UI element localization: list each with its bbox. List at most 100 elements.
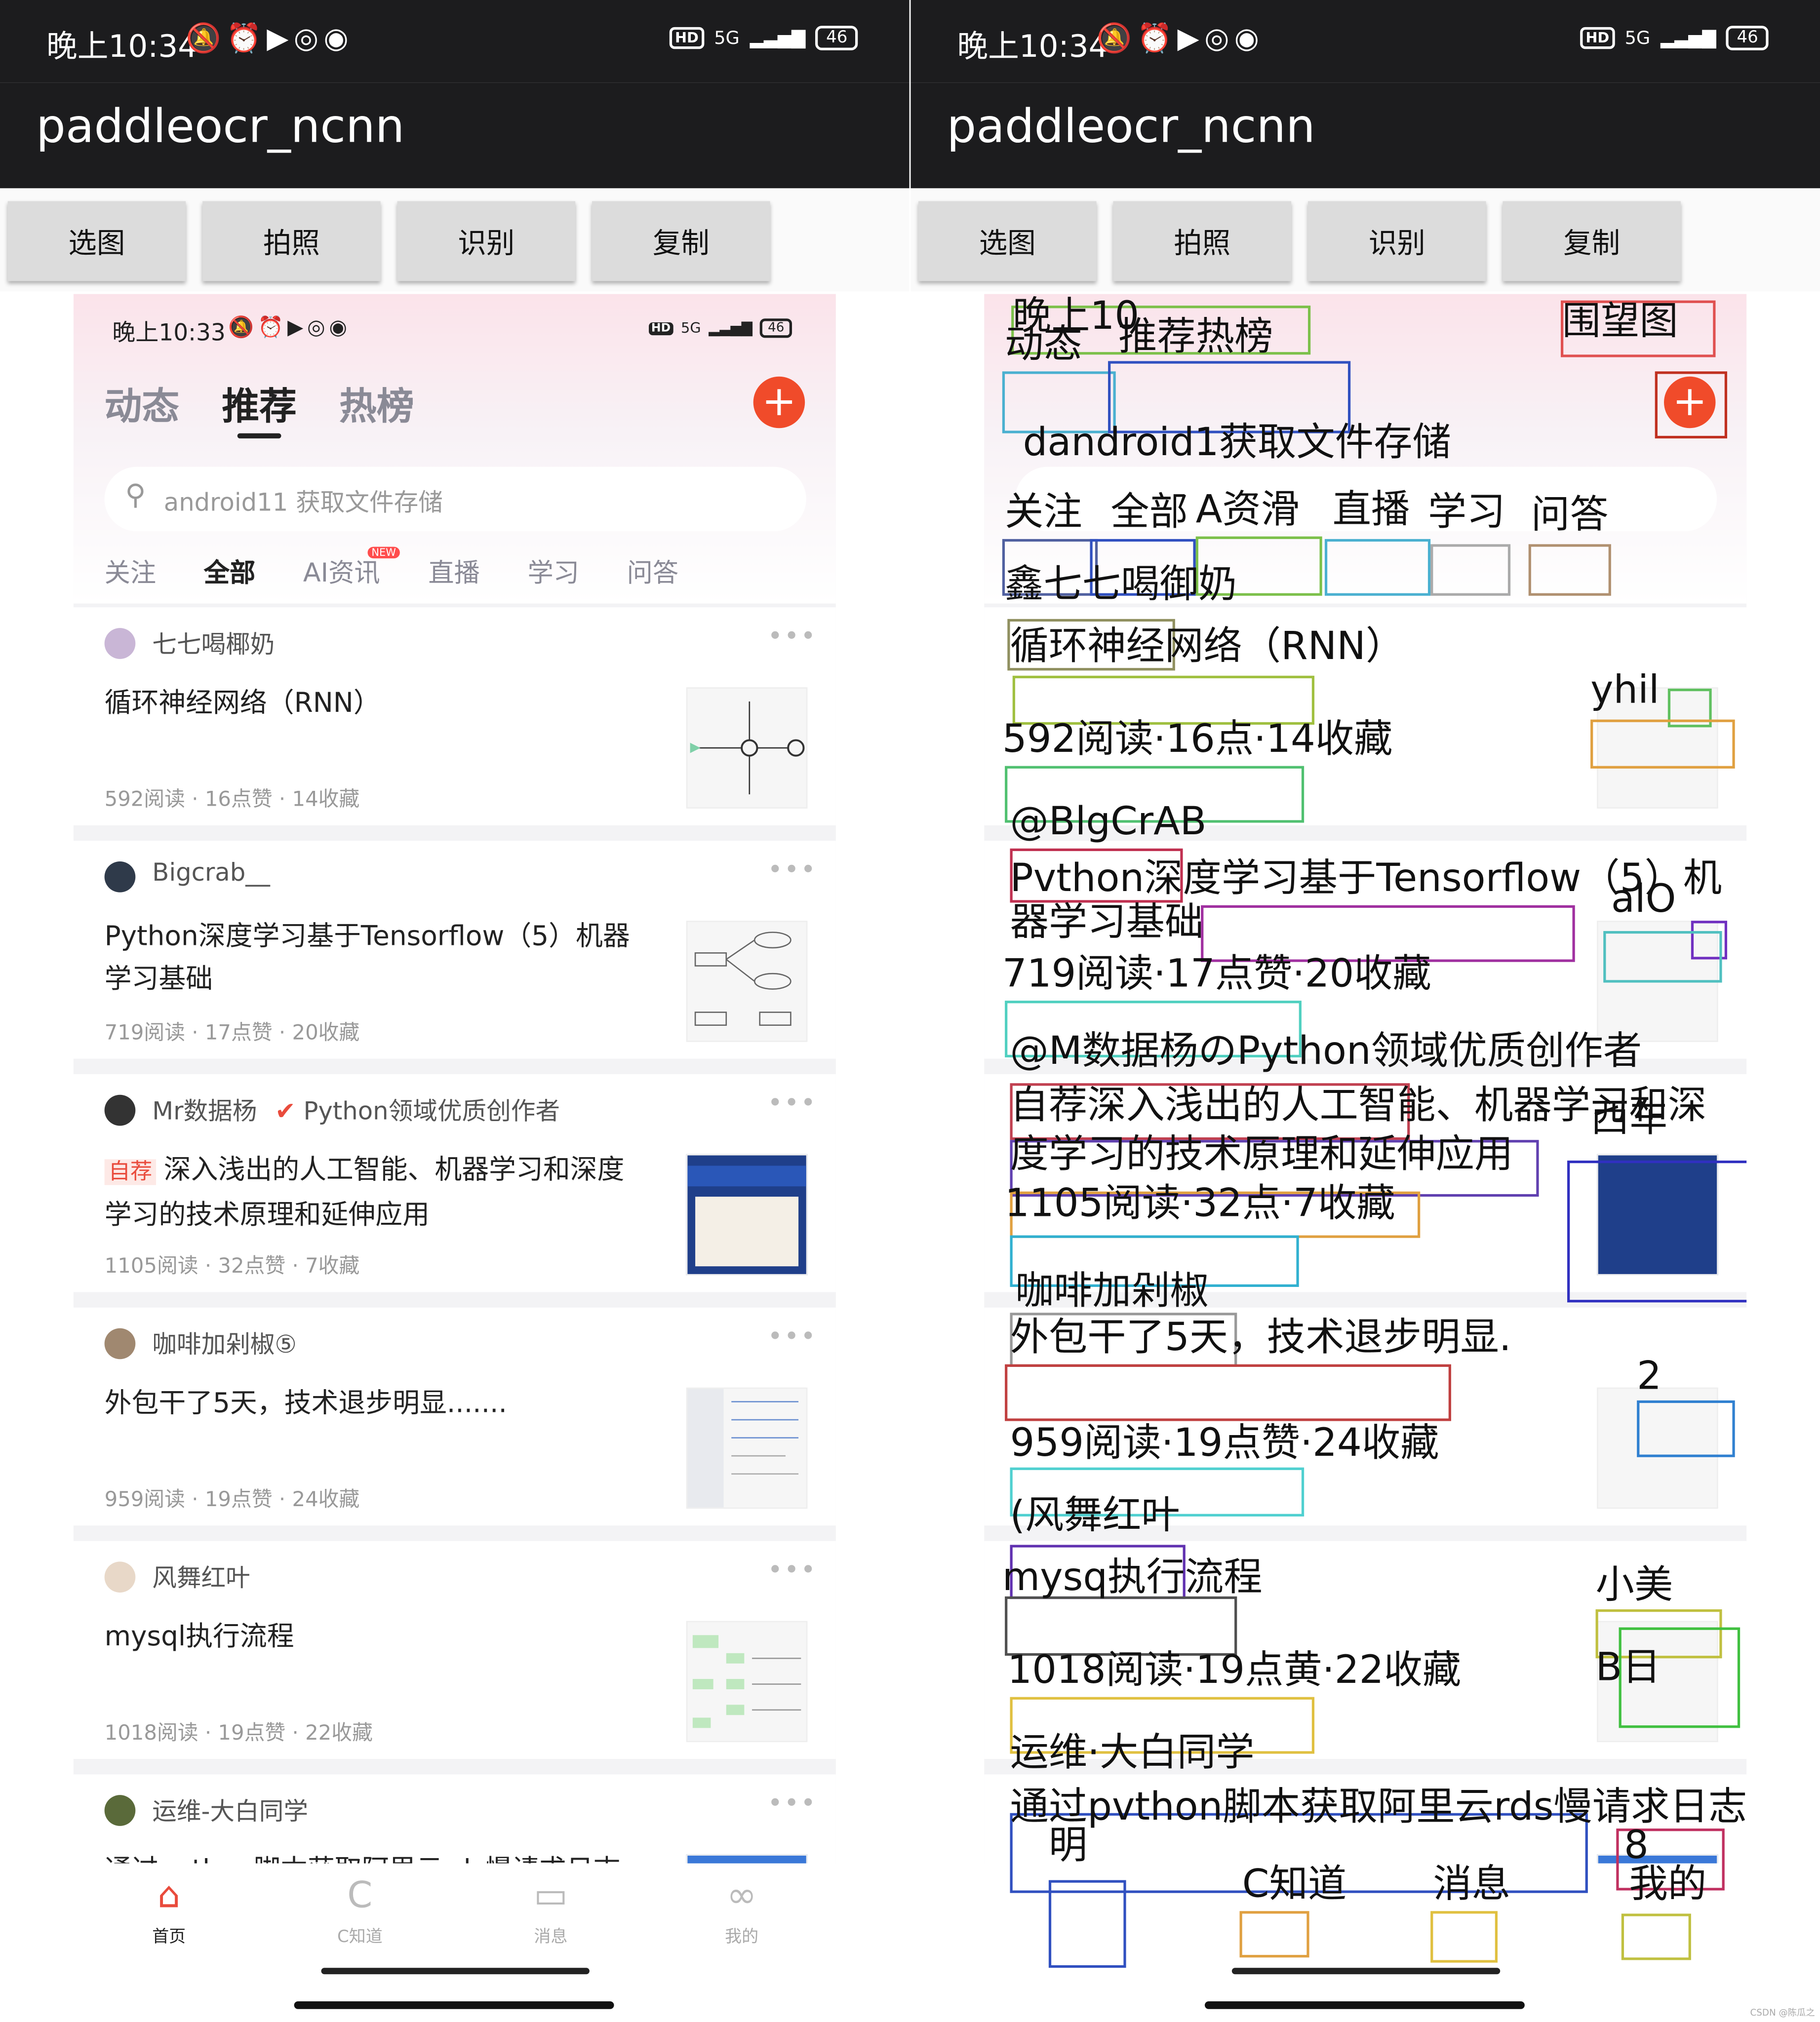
author-name: 咖啡加剁椒⑤ [152,1330,297,1360]
c-know-icon: C [347,1873,373,1916]
card-thumbnail [686,1387,808,1509]
ocr-text: 动态 [1005,322,1082,368]
ocr-text: B日 [1595,1645,1661,1691]
recognize-button[interactable]: 识别 [1307,201,1486,281]
image-preview: 晚上10:33 🔕⏰▶◎◉ HD 5G ▂▃▅▇ 46 动态 推荐 热榜 + ⚲… [73,294,836,1983]
add-button[interactable]: + [753,376,805,428]
home-indicator[interactable] [1204,2001,1525,2009]
card-meta: 719阅读 · 17点赞 · 20收藏 [104,1020,360,1045]
preview-home-indicator [321,1968,590,1975]
take-photo-button[interactable]: 拍照 [1113,201,1292,281]
ocr-text: 1105阅读·32点·7收藏 [1005,1181,1395,1227]
ocr-text: A资滑 [1195,487,1300,533]
card-thumbnail [686,1154,808,1276]
take-photo-button[interactable]: 拍照 [202,201,381,281]
category-live[interactable]: 直播 [428,552,479,589]
more-icon[interactable]: ••• [767,854,817,885]
card-meta: 1105阅读 · 32点赞 · 7收藏 [104,1253,360,1278]
preview-home-indicator [1231,1968,1501,1975]
card-meta: 592阅读 · 16点赞 · 14收藏 [104,786,360,812]
preview-status-time: 晚上10:33 [112,319,226,347]
card-title: mysql执行流程 [104,1621,294,1652]
copy-button[interactable]: 复制 [592,201,770,281]
more-icon[interactable]: ••• [767,1321,817,1352]
ocr-text: alO [1611,877,1676,922]
select-image-button[interactable]: 选图 [918,201,1097,281]
more-icon[interactable]: ••• [767,1087,817,1118]
detection-box [1590,719,1735,769]
search-input[interactable]: ⚲ android11 获取文件存储 [104,467,806,532]
home-indicator[interactable] [294,2001,614,2009]
thumbnail-panel [695,1197,799,1267]
bottom-nav: ⌂ 首页 C C知道 ▭ 消息 ∞ 我的 [73,1863,836,1983]
toolbar: 选图 拍照 识别 复制 [910,188,1820,292]
avatar [104,628,136,659]
watermark: CSDN @陈瓜之 [1750,2008,1815,2019]
search-placeholder: android11 获取文件存储 [163,489,443,517]
category-follow[interactable]: 关注 [105,552,156,589]
tab-hot[interactable]: 热榜 [339,377,414,431]
signal-bars-icon: ▂▃▅▇ [1661,28,1716,48]
ocr-text: 度学习的技术原理和延伸应用 [1010,1132,1513,1177]
hd-icon: HD [670,27,704,49]
ocr-text: 我的 [1629,1862,1707,1907]
avatar [104,861,136,893]
status-icons: 🔕⏰▶◎◉ [186,23,354,56]
card-meta: 959阅读 · 19点赞 · 24收藏 [104,1486,360,1512]
category-all[interactable]: 全部 [204,552,255,589]
category-qa[interactable]: 问答 [627,552,678,589]
tab-dynamic[interactable]: 动态 [105,377,180,431]
toolbar: 选图 拍照 识别 复制 [0,188,910,292]
ocr-text: 592阅读·16点·14收藏 [1002,717,1393,762]
detection-box [1621,1913,1691,1960]
ocr-text: 明 [1048,1823,1088,1869]
detection-box [1567,1160,1747,1303]
tab-underline [237,433,281,439]
nav-messages[interactable]: ▭ 消息 [499,1868,602,1947]
copy-button[interactable]: 复制 [1503,201,1681,281]
feed-card[interactable]: Mr数据杨 ✔ Python领域优质创作者 ••• 自荐 深入浅出的人工智能、机器… [73,1074,836,1292]
feed-card[interactable]: 风舞红叶 ••• mysql执行流程 1018阅读 · 19点赞 · 22收藏 [73,1541,836,1759]
feed-card[interactable]: 七七喝椰奶 ••• 循环神经网络（RNN） 592阅读 · 16点赞 · 14收… [73,607,836,825]
ocr-text: @M数据杨のPython领域优质创作者 [1010,1029,1642,1074]
nav-label: 消息 [534,1928,568,1947]
feed-card[interactable]: Bigcrab__ ••• Python深度学习基于Tensorflow（5）机… [73,841,836,1059]
thumbnail-banner [687,1166,806,1187]
ocr-text: 1018阅读·19点黄·22收藏 [1007,1648,1462,1693]
nav-home[interactable]: ⌂ 首页 [118,1868,221,1947]
tab-recommend[interactable]: 推荐 [222,377,297,431]
nav-c-know[interactable]: C C知道 [308,1868,411,1947]
ocr-text: 西车 [1590,1096,1668,1141]
category-learn[interactable]: 学习 [527,552,579,589]
select-image-button[interactable]: 选图 [7,201,186,281]
nav-me[interactable]: ∞ 我的 [690,1868,793,1947]
status-time: 晚上10:34 [957,28,1108,65]
ocr-text: 鑫七七喝御奶 [1005,562,1237,608]
ocr-text: 直播 [1332,487,1410,533]
preview-header: 晚上10:33 🔕⏰▶◎◉ HD 5G ▂▃▅▇ 46 动态 推荐 热榜 + ⚲… [73,294,836,604]
recognize-button[interactable]: 识别 [397,201,576,281]
detection-box [1603,931,1722,983]
card-title-text: 深入浅出的人工智能、机器学习和深度学习的技术原理和延伸应用 [104,1154,625,1231]
more-icon[interactable]: ••• [767,1788,817,1819]
category-ai-news[interactable]: AI资讯 [303,552,380,589]
nav-label: 首页 [152,1928,186,1947]
ocr-text: 小美 [1595,1562,1673,1608]
detection-box [1048,1880,1126,1968]
more-icon[interactable]: ••• [767,620,817,651]
author-badge: Python领域优质创作者 [303,1097,560,1126]
ocr-text: 2 [1637,1354,1662,1400]
ocr-text: 咖啡加剁椒 [1015,1269,1209,1314]
left-phone: 晚上10:34 🔕⏰▶◎◉ HD 5G ▂▃▅▇ 46 paddleocr_nc… [0,0,910,2022]
ocr-text: 问答 [1531,492,1609,538]
detection-box [1637,1400,1735,1457]
rnn-diagram-icon [690,701,805,795]
card-thumbnail [686,687,808,809]
right-phone: 晚上10:34 🔕⏰▶◎◉ HD 5G ▂▃▅▇ 46 paddleocr_nc… [910,0,1820,2022]
detection-box [1324,539,1431,596]
status-right: HD 5G ▂▃▅▇ 46 [670,26,858,50]
more-icon[interactable]: ••• [767,1554,817,1585]
ocr-result-preview: + 晚上10 动态 推荐热榜 围望图 dandroid1获取文件存储 关注 全部… [984,294,1747,1983]
feed-card[interactable]: 咖啡加剁椒⑤ ••• 外包干了5天，技术退步明显....... 959阅读 · … [73,1307,836,1526]
ocr-text: 959阅读·19点赞·24收藏 [1010,1421,1439,1467]
